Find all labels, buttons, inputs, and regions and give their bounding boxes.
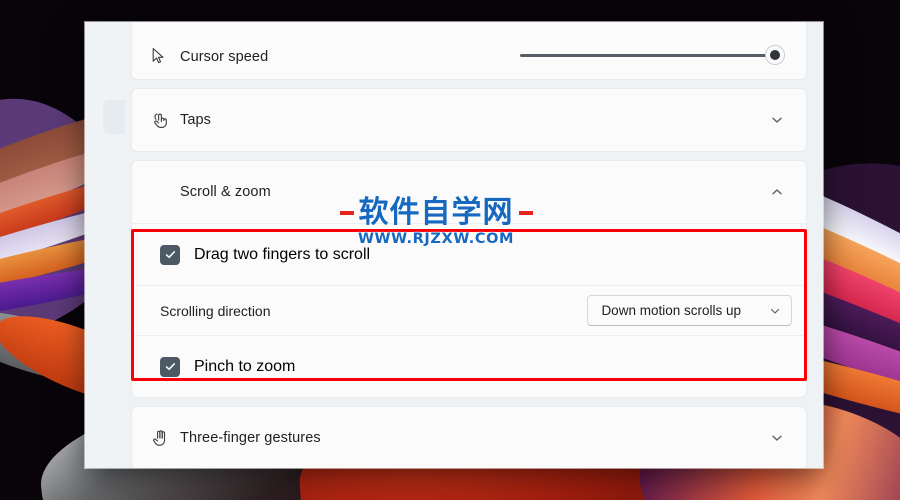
chevron-down-icon[interactable] xyxy=(762,431,792,445)
setting-row-pinch-to-zoom[interactable]: Pinch to zoom xyxy=(132,335,806,397)
setting-label-taps: Taps xyxy=(180,112,212,128)
setting-row-scroll-and-zoom[interactable]: Scroll & zoom xyxy=(132,161,806,223)
setting-row-cursor-speed[interactable]: Cursor speed xyxy=(132,22,806,79)
setting-card-three-finger-gestures: Three-finger gestures xyxy=(131,406,807,468)
sidebar-nav-rail[interactable] xyxy=(85,22,127,468)
setting-label-cursor-speed: Cursor speed xyxy=(180,49,269,65)
tap-gesture-icon xyxy=(150,110,180,130)
setting-label-scrolling-direction: Scrolling direction xyxy=(160,302,271,319)
checkbox-pinch-to-zoom[interactable] xyxy=(160,356,180,377)
chevron-up-icon[interactable] xyxy=(762,185,792,199)
mouse-pointer-icon xyxy=(150,47,180,65)
slider-track xyxy=(520,53,774,57)
checkbox-drag-two-fingers-to-scroll[interactable] xyxy=(160,244,180,265)
dropdown-selected-value: Down motion scrolls up xyxy=(601,303,741,318)
setting-row-taps[interactable]: Taps xyxy=(132,89,806,151)
chevron-down-icon[interactable] xyxy=(762,113,792,127)
setting-row-drag-two-fingers-to-scroll[interactable]: Drag two fingers to scroll xyxy=(132,223,806,285)
dropdown-scrolling-direction[interactable]: Down motion scrolls up xyxy=(587,295,792,326)
setting-row-three-finger-gestures[interactable]: Three-finger gestures xyxy=(132,407,806,468)
setting-label-pinch-to-zoom: Pinch to zoom xyxy=(194,357,296,375)
setting-card-taps: Taps xyxy=(131,88,807,152)
settings-content-pane: Cursor speed Taps Scroll & zoom Drag two… xyxy=(125,22,823,468)
setting-card-cursor-speed: Cursor speed xyxy=(131,22,807,80)
settings-window: Cursor speed Taps Scroll & zoom Drag two… xyxy=(85,22,823,468)
slider-thumb[interactable] xyxy=(766,46,784,64)
setting-label-scroll-and-zoom: Scroll & zoom xyxy=(180,184,271,200)
cursor-speed-slider[interactable] xyxy=(520,45,784,65)
setting-row-scrolling-direction[interactable]: Scrolling direction Down motion scrolls … xyxy=(132,285,806,335)
setting-label-three-finger-gestures: Three-finger gestures xyxy=(180,430,321,446)
setting-card-scroll-and-zoom: Scroll & zoom Drag two fingers to scroll xyxy=(131,160,807,398)
chevron-down-icon[interactable] xyxy=(769,305,781,317)
three-finger-hand-icon xyxy=(150,428,180,448)
setting-label-drag-two-fingers-to-scroll: Drag two fingers to scroll xyxy=(194,245,371,263)
